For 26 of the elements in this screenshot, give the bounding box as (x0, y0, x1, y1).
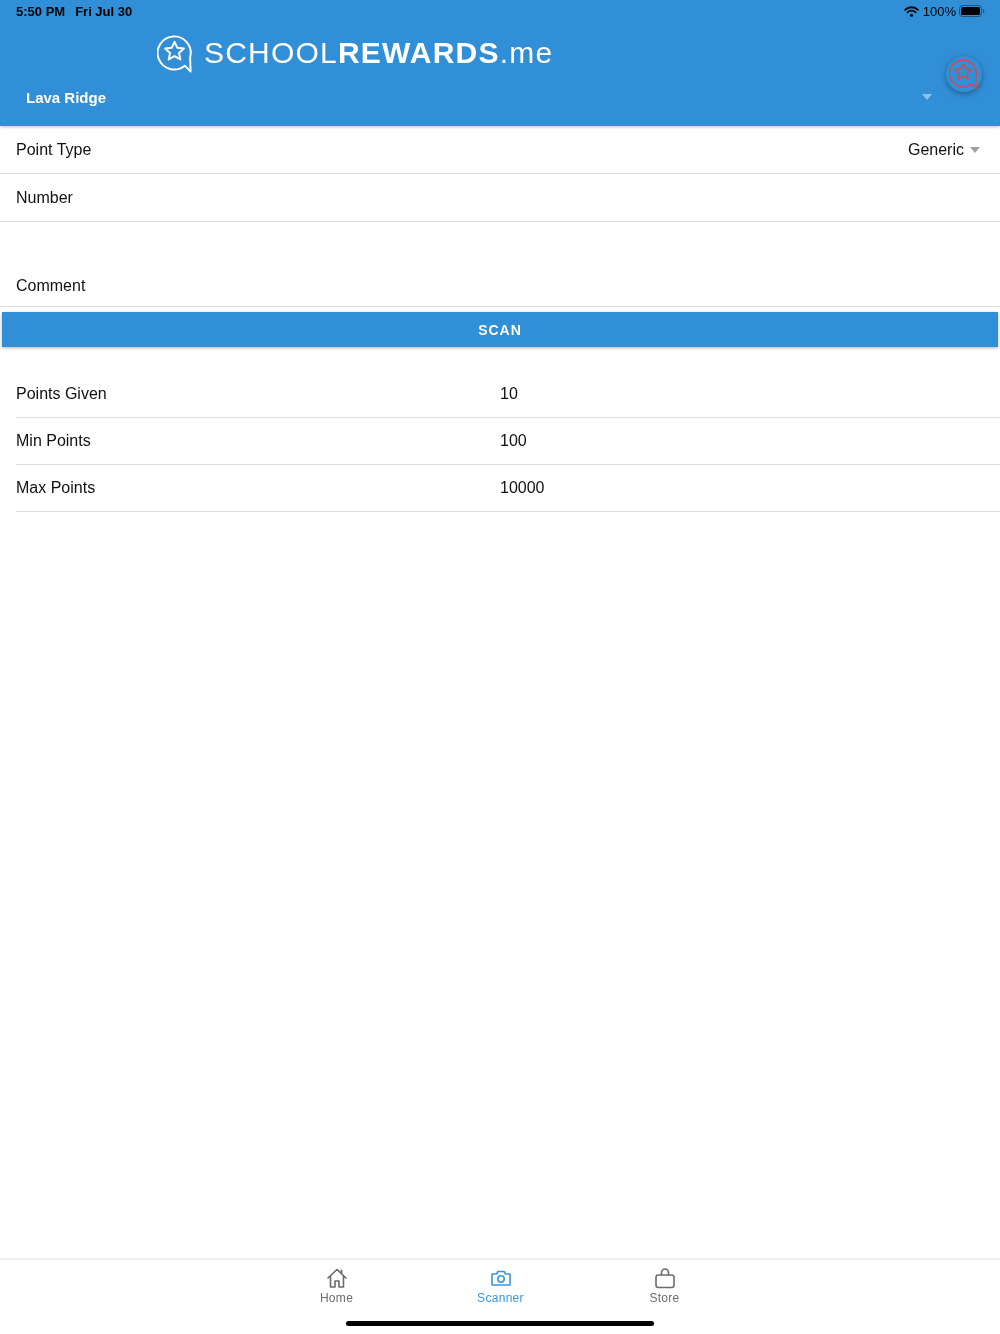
scan-button[interactable]: SCAN (2, 312, 998, 347)
tab-item[interactable]: Scanner (418, 1267, 583, 1305)
caret-icon (970, 146, 980, 153)
point-type-label: Point Type (16, 140, 92, 159)
star-bubble-icon (949, 58, 979, 90)
house-icon (325, 1267, 348, 1289)
avatar-button[interactable] (946, 56, 982, 92)
shopping-bag-icon (653, 1267, 676, 1289)
tab-item[interactable]: Home (254, 1267, 419, 1305)
logo-wordmark: SCHOOLREWARDS.me (204, 36, 554, 70)
wifi-icon (903, 5, 919, 17)
caret-icon (922, 94, 932, 100)
stat-value: 10 (500, 385, 518, 403)
star-bubble-icon (157, 33, 194, 73)
stat-value: 100 (500, 432, 527, 450)
stat-label: Max Points (16, 479, 97, 497)
point-type-picker[interactable]: Generic (907, 140, 980, 159)
status-date: Fri Jul 30 (75, 3, 133, 19)
school-picker[interactable]: Lava Ridge (16, 82, 940, 112)
stat-value: 10000 (500, 479, 545, 497)
battery-percent: 100% (922, 3, 956, 19)
battery-icon (959, 5, 985, 17)
stat-label: Points Given (16, 385, 108, 403)
tab-item[interactable]: Store (582, 1267, 747, 1305)
status-time: 5:50 PM (16, 3, 66, 19)
stat-label: Min Points (16, 432, 92, 450)
